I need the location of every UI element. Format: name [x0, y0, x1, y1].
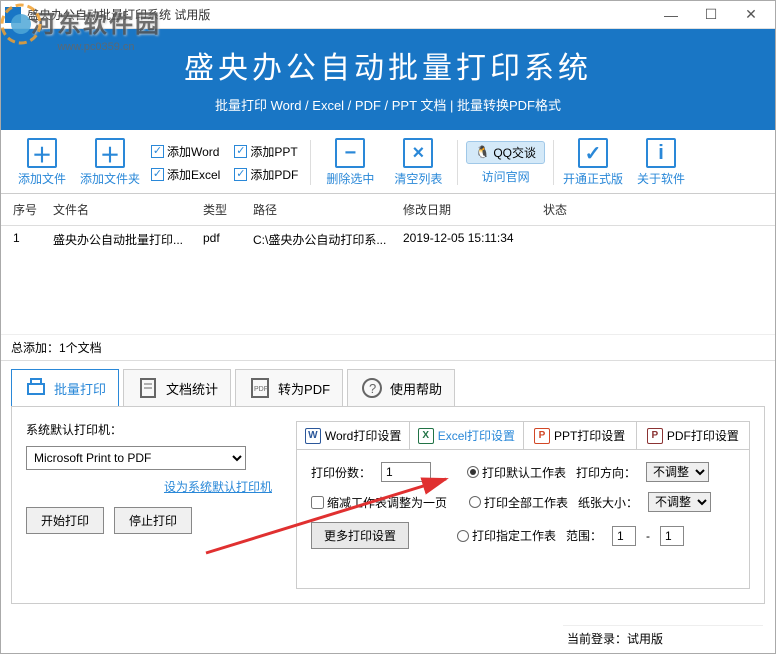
qq-chat-button[interactable]: 🐧QQ交谈 [466, 141, 545, 164]
more-settings-button[interactable]: 更多打印设置 [311, 522, 409, 549]
table-row[interactable]: 1 盛央办公自动批量打印... pdf C:\盛央办公自动打印系... 2019… [1, 226, 775, 253]
subtab-pdf[interactable]: PPDF打印设置 [637, 422, 749, 449]
delete-selected-button[interactable]: − 删除选中 [319, 138, 381, 187]
pdf-file-icon: P [647, 428, 663, 444]
window-title: 盛央办公自动批量打印系统 试用版 [27, 6, 651, 23]
about-icon: i [646, 138, 676, 168]
header-title: 盛央办公自动批量打印系统 [1, 43, 775, 87]
orient-label: 打印方向： [576, 464, 636, 481]
size-select[interactable]: 不调整 [648, 492, 711, 512]
activate-icon: ✓ [578, 138, 608, 168]
tab-help[interactable]: ? 使用帮助 [347, 369, 455, 406]
status-bar: 当前登录：试用版 [563, 625, 763, 651]
range-from-input[interactable] [612, 526, 636, 546]
close-button[interactable]: ✕ [731, 1, 771, 29]
app-header: 盛央办公自动批量打印系统 批量打印 Word / Excel / PDF / P… [1, 29, 775, 130]
radio-default-sheet[interactable]: 打印默认工作表 [467, 464, 566, 481]
settings-subtabs: WWord打印设置 XExcel打印设置 PPPT打印设置 PPDF打印设置 [297, 422, 749, 450]
range-to-input[interactable] [660, 526, 684, 546]
chk-ppt[interactable]: ✓添加PPT [234, 143, 298, 160]
clear-list-button[interactable]: × 清空列表 [387, 138, 449, 187]
print-settings-panel: WWord打印设置 XExcel打印设置 PPPT打印设置 PPDF打印设置 打… [296, 421, 750, 589]
add-folder-button[interactable]: ＋ 添加文件夹 [79, 138, 141, 187]
range-label: 范围： [566, 527, 602, 544]
excel-settings: 打印份数： 打印默认工作表 打印方向： 不调整 缩减工作表调整为一页 打印全部工… [297, 450, 749, 571]
tab-content: 系统默认打印机： Microsoft Print to PDF 设为系统默认打印… [11, 406, 765, 604]
toolbar: ＋ 添加文件 ＋ 添加文件夹 ✓添加Word ✓添加Excel ✓添加PPT ✓… [1, 130, 775, 194]
word-icon: W [305, 428, 321, 444]
radio-all-sheets[interactable]: 打印全部工作表 [469, 494, 568, 511]
subtab-excel[interactable]: XExcel打印设置 [410, 422, 523, 449]
clear-icon: × [403, 138, 433, 168]
printer-icon [24, 376, 48, 400]
orient-select[interactable]: 不调整 [646, 462, 709, 482]
help-icon: ? [360, 376, 384, 400]
printer-panel: 系统默认打印机： Microsoft Print to PDF 设为系统默认打印… [26, 421, 276, 589]
delete-icon: − [335, 138, 365, 168]
stop-print-button[interactable]: 停止打印 [114, 507, 192, 534]
summary-label: 总添加：1个文档 [1, 334, 775, 361]
minimize-button[interactable]: — [651, 1, 691, 29]
radio-range-sheets[interactable]: 打印指定工作表 [457, 527, 556, 544]
app-icon [5, 7, 21, 23]
header-subtitle: 批量打印 Word / Excel / PDF / PPT 文档 | 批量转换P… [1, 95, 775, 114]
tab-batch-print[interactable]: 批量打印 [11, 369, 119, 406]
official-link[interactable]: 访问官网 [482, 168, 530, 185]
set-default-link[interactable]: 设为系统默认打印机 [164, 480, 272, 494]
table-header: 序号 文件名 类型 路径 修改日期 状态 [1, 194, 775, 226]
subtab-ppt[interactable]: PPPT打印设置 [524, 422, 637, 449]
add-folder-icon: ＋ [95, 138, 125, 168]
fit-page-checkbox[interactable]: 缩减工作表调整为一页 [311, 494, 447, 511]
subtab-word[interactable]: WWord打印设置 [297, 422, 410, 449]
chk-word[interactable]: ✓添加Word [151, 143, 220, 160]
file-table: 序号 文件名 类型 路径 修改日期 状态 1 盛央办公自动批量打印... pdf… [1, 194, 775, 334]
add-file-button[interactable]: ＋ 添加文件 [11, 138, 73, 187]
chk-pdf[interactable]: ✓添加PDF [234, 166, 298, 183]
size-label: 纸张大小： [578, 494, 638, 511]
printer-label: 系统默认打印机： [26, 421, 276, 438]
printer-select[interactable]: Microsoft Print to PDF [26, 446, 246, 470]
copies-label: 打印份数： [311, 464, 371, 481]
about-button[interactable]: i 关于软件 [630, 138, 692, 187]
pdf-icon: PDF [248, 376, 272, 400]
chk-excel[interactable]: ✓添加Excel [151, 166, 220, 183]
tab-doc-stats[interactable]: 文档统计 [123, 369, 231, 406]
excel-icon: X [418, 428, 434, 444]
qq-icon: 🐧 [475, 145, 490, 159]
tab-to-pdf[interactable]: PDF 转为PDF [235, 369, 343, 406]
document-icon [136, 376, 160, 400]
add-file-icon: ＋ [27, 138, 57, 168]
copies-input[interactable] [381, 462, 431, 482]
svg-text:PDF: PDF [254, 386, 268, 393]
titlebar: 盛央办公自动批量打印系统 试用版 — ☐ ✕ [1, 1, 775, 29]
maximize-button[interactable]: ☐ [691, 1, 731, 29]
svg-text:?: ? [369, 381, 376, 396]
ppt-icon: P [534, 428, 550, 444]
start-print-button[interactable]: 开始打印 [26, 507, 104, 534]
activate-button[interactable]: ✓ 开通正式版 [562, 138, 624, 187]
main-tabs: 批量打印 文档统计 PDF 转为PDF ? 使用帮助 [1, 361, 775, 406]
